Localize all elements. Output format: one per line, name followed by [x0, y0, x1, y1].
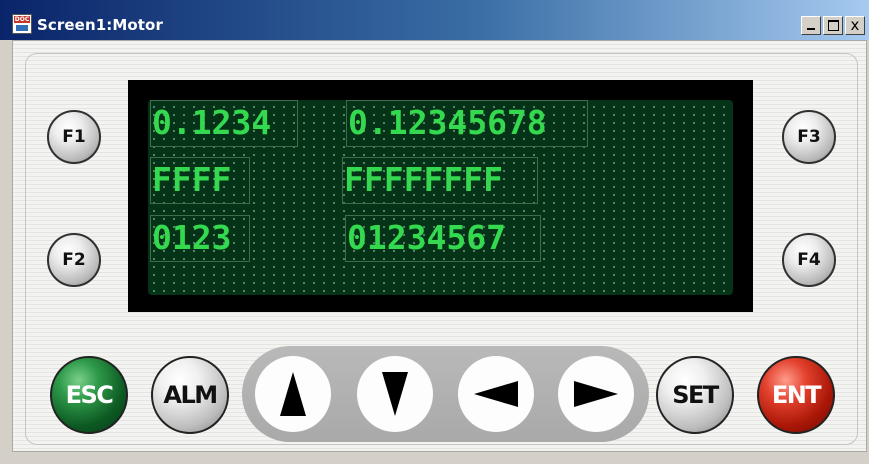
display-field-hex-4[interactable]: FFFF [150, 157, 250, 204]
window-controls: x [799, 16, 865, 35]
display-field-int-8[interactable]: 01234567 [345, 215, 541, 262]
set-label: SET [672, 381, 719, 409]
app-window: DOC Screen1:Motor x 0.1234 0.12345678 FF… [0, 0, 869, 464]
alm-label: ALM [163, 381, 218, 409]
app-icon-screen [16, 25, 28, 31]
right-arrow-button[interactable] [558, 356, 634, 432]
app-icon[interactable]: DOC [12, 14, 32, 34]
right-arrow-icon [574, 381, 618, 407]
set-button[interactable]: SET [656, 356, 734, 434]
left-arrow-button[interactable] [458, 356, 534, 432]
f4-label: F4 [797, 250, 821, 270]
close-button[interactable]: x [845, 16, 865, 35]
f3-button[interactable]: F3 [782, 110, 836, 164]
app-icon-label: DOC [14, 16, 30, 23]
up-arrow-button[interactable] [255, 356, 331, 432]
display-field-decimal-8[interactable]: 0.12345678 [346, 100, 588, 147]
ent-button[interactable]: ENT [757, 356, 835, 434]
window-title: Screen1:Motor [37, 16, 163, 34]
esc-button[interactable]: ESC [50, 356, 128, 434]
title-bar[interactable]: DOC Screen1:Motor x [0, 0, 869, 40]
lcd-bezel: 0.1234 0.12345678 FFFF FFFFFFFF 0123 012… [128, 80, 753, 312]
alm-button[interactable]: ALM [151, 356, 229, 434]
f1-label: F1 [62, 127, 86, 147]
minimize-button[interactable] [801, 16, 821, 35]
esc-label: ESC [65, 381, 114, 409]
lcd-display: 0.1234 0.12345678 FFFF FFFFFFFF 0123 012… [148, 100, 733, 295]
down-arrow-icon [382, 372, 408, 416]
left-arrow-icon [474, 381, 518, 407]
arrow-keypad [242, 346, 649, 442]
f3-label: F3 [797, 127, 821, 147]
up-arrow-icon [280, 372, 306, 416]
f4-button[interactable]: F4 [782, 233, 836, 287]
close-icon: x [850, 16, 860, 34]
maximize-button[interactable] [823, 16, 843, 35]
f2-button[interactable]: F2 [47, 233, 101, 287]
ent-label: ENT [771, 381, 822, 409]
f2-label: F2 [62, 250, 86, 270]
down-arrow-button[interactable] [357, 356, 433, 432]
display-field-int-4[interactable]: 0123 [150, 215, 250, 262]
display-field-hex-8[interactable]: FFFFFFFF [342, 157, 538, 204]
f1-button[interactable]: F1 [47, 110, 101, 164]
display-field-decimal-4[interactable]: 0.1234 [150, 100, 298, 147]
